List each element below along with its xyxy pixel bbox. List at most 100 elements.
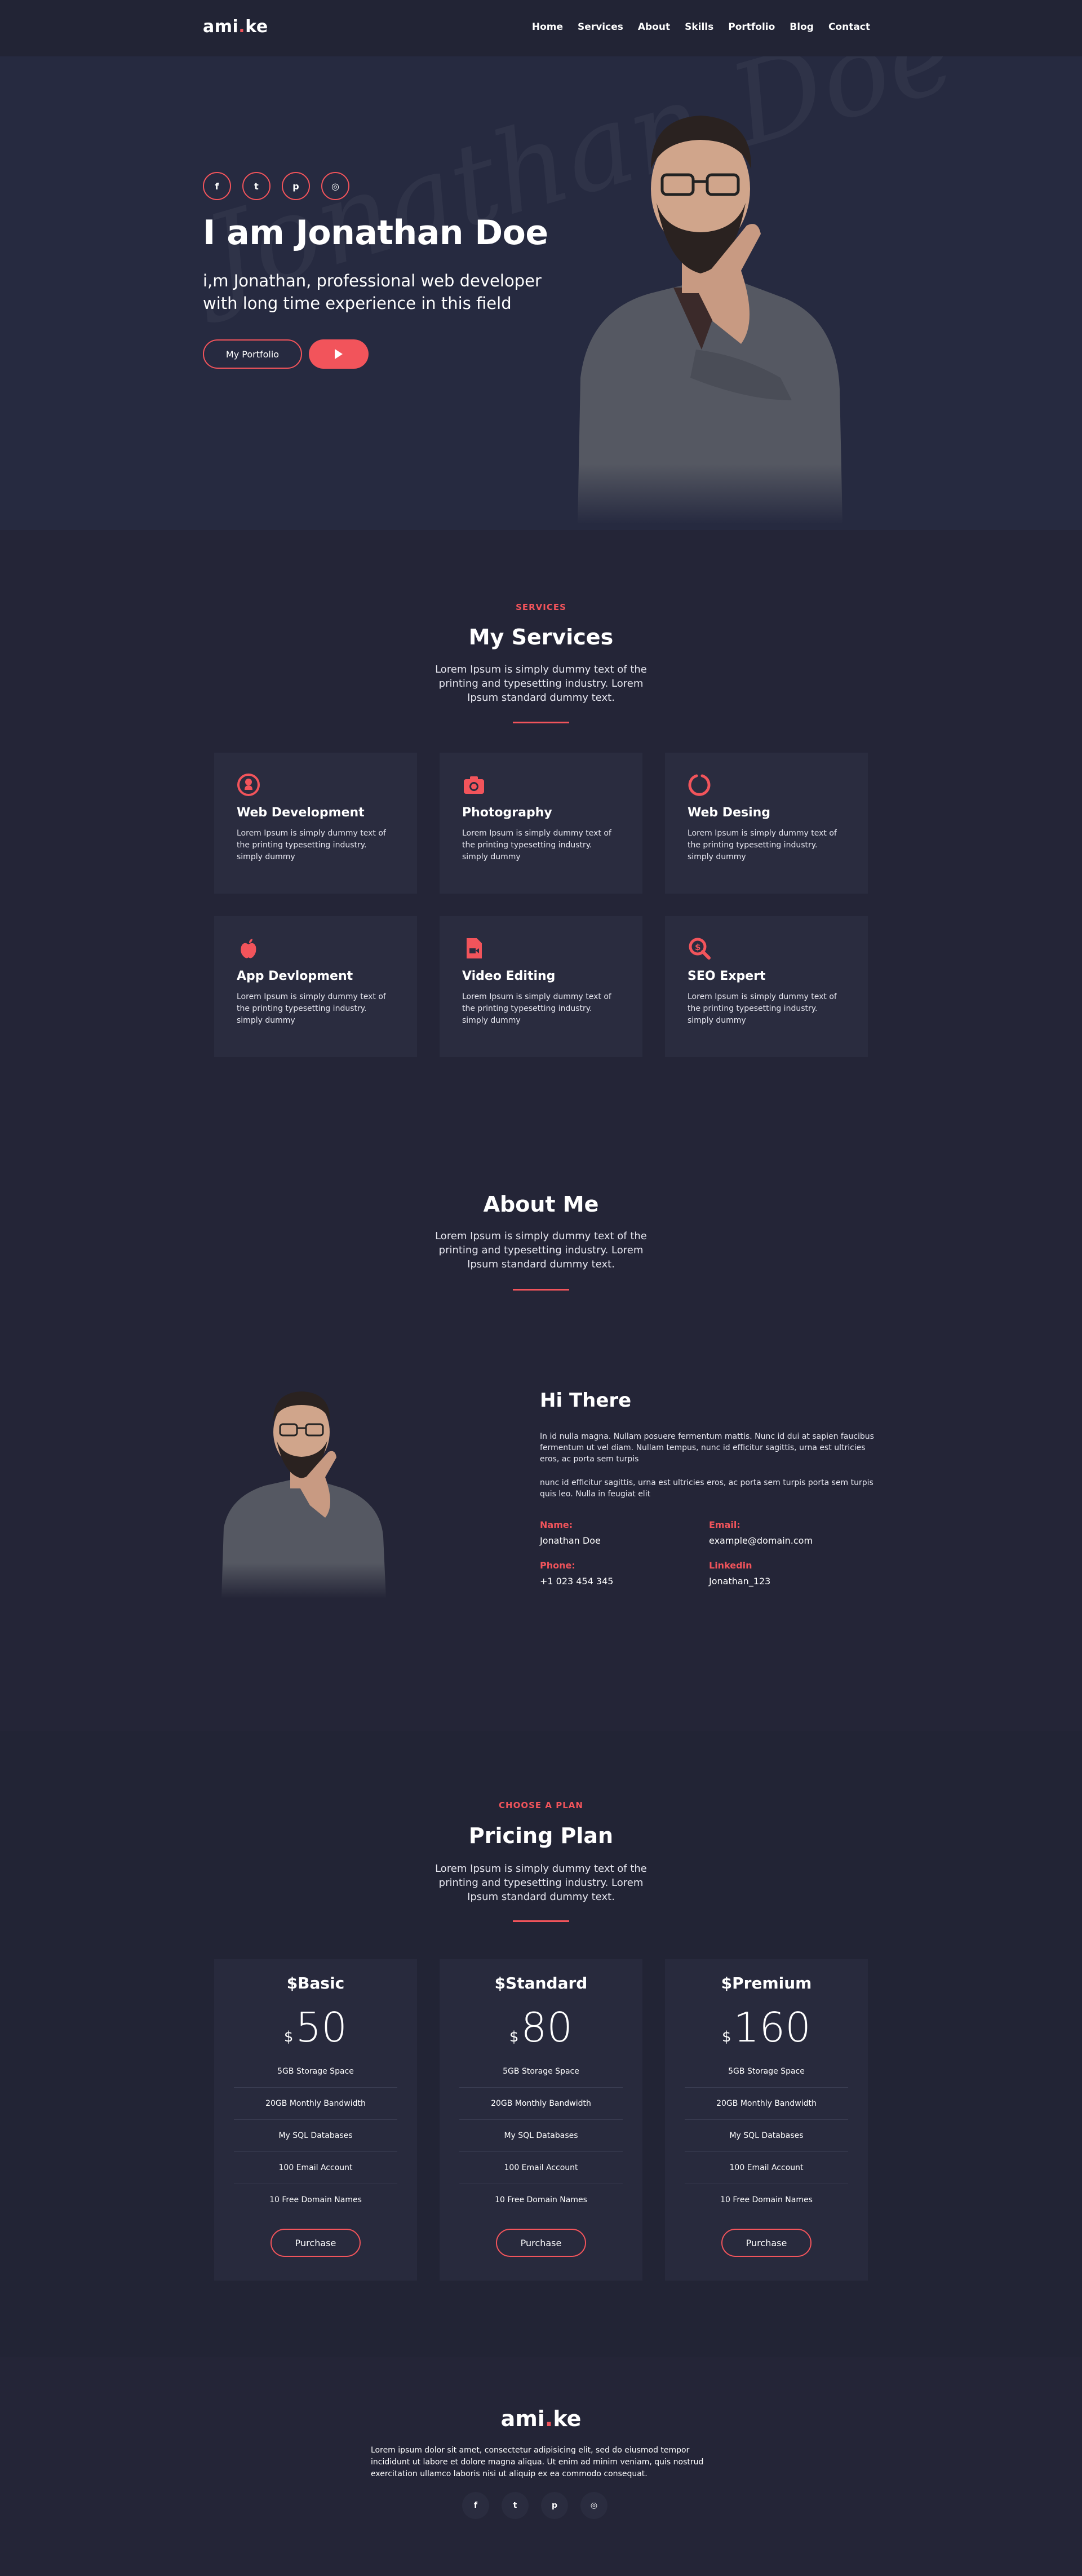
pricing-divider — [513, 1920, 569, 1922]
purchase-button[interactable]: Purchase — [496, 2229, 586, 2257]
service-text: Lorem Ipsum is simply dummy text of the … — [237, 992, 386, 1025]
services-kicker: SERVICES — [516, 602, 566, 612]
currency-symbol: $ — [509, 2029, 519, 2045]
service-card-seo-expert[interactable]: $ SEO Expert Lorem Ipsum is simply dummy… — [665, 916, 868, 1057]
play-icon — [335, 349, 343, 359]
nav-skills[interactable]: Skills — [685, 21, 713, 33]
about-title: About Me — [483, 1192, 599, 1217]
service-title: Photography — [462, 806, 552, 820]
service-text: Lorem Ipsum is simply dummy text of the … — [237, 829, 386, 861]
service-title: Web Development — [237, 806, 365, 820]
email-value[interactable]: example@domain.com — [709, 1535, 813, 1546]
pinterest-icon[interactable]: p — [541, 2492, 568, 2519]
plan-feature: 10 Free Domain Names — [720, 2195, 813, 2204]
about-description: Lorem Ipsum is simply dummy text of the … — [435, 1230, 647, 1270]
plan-feature: My SQL Databases — [234, 2120, 397, 2152]
github-icon — [237, 773, 260, 797]
logo-dot: . — [238, 17, 246, 37]
pricing-description: Lorem Ipsum is simply dummy text of the … — [435, 1863, 647, 1903]
instagram-icon[interactable]: ◎ — [580, 2492, 607, 2519]
footer-logo-left: ami — [500, 2406, 545, 2431]
plan-feature: 5GB Storage Space — [685, 2056, 848, 2088]
service-card-app-development[interactable]: App Devlopment Lorem Ipsum is simply dum… — [214, 916, 417, 1057]
email-label: Email: — [709, 1519, 740, 1530]
nav-home[interactable]: Home — [532, 21, 563, 33]
plan-name: $Premium — [721, 1974, 812, 1992]
hero-subtitle: i,m Jonathan, professional web developer… — [203, 271, 542, 313]
price-amount: 160 — [733, 2004, 811, 2051]
linkedin-label: Linkedin — [709, 1560, 752, 1571]
purchase-button[interactable]: Purchase — [721, 2229, 812, 2257]
pricing-title: Pricing Plan — [468, 1823, 614, 1848]
apple-icon — [237, 936, 260, 960]
play-video-button[interactable] — [309, 339, 369, 369]
facebook-icon[interactable]: f — [462, 2492, 489, 2519]
nav-about[interactable]: About — [638, 21, 670, 33]
service-title: Web Desing — [688, 806, 771, 820]
logo-text-left: ami — [203, 17, 239, 37]
service-text: Lorem Ipsum is simply dummy text of the … — [462, 829, 611, 861]
top-navbar: ami.ke Home Services About Skills Portfo… — [0, 0, 1082, 56]
hero-title: I am Jonathan Doe — [203, 213, 548, 253]
plan-feature: My SQL Databases — [459, 2120, 623, 2152]
service-title: App Devlopment — [237, 969, 353, 983]
purchase-button[interactable]: Purchase — [270, 2229, 361, 2257]
main-menu: Home Services About Skills Portfolio Blo… — [532, 21, 870, 33]
instagram-icon[interactable]: ◎ — [321, 172, 349, 200]
plan-feature: 5GB Storage Space — [234, 2056, 397, 2088]
site-logo[interactable]: ami.ke — [203, 17, 268, 37]
plan-feature: My SQL Databases — [685, 2120, 848, 2152]
name-label: Name: — [540, 1519, 573, 1530]
footer-text: Lorem ipsum dolor sit amet, consectetur … — [371, 2446, 704, 2478]
phone-label: Phone: — [540, 1560, 575, 1571]
footer-logo-right: ke — [553, 2406, 582, 2431]
services-divider — [513, 722, 569, 723]
pinterest-icon[interactable]: p — [282, 172, 310, 200]
service-text: Lorem Ipsum is simply dummy text of the … — [688, 992, 837, 1025]
search-dollar-icon: $ — [688, 936, 711, 960]
plan-name: $Basic — [286, 1974, 345, 1992]
services-title: My Services — [468, 625, 614, 649]
service-card-web-design[interactable]: Web Desing Lorem Ipsum is simply dummy t… — [665, 753, 868, 894]
plan-feature: 20GB Monthly Bandwidth — [685, 2088, 848, 2120]
svg-text:$: $ — [695, 942, 700, 952]
logo-text-right: ke — [245, 17, 268, 37]
nav-contact[interactable]: Contact — [828, 21, 870, 33]
camera-icon — [462, 773, 486, 797]
price-amount: 50 — [295, 2004, 348, 2051]
pricing-card-basic: $Basic $ 50 5GB Storage Space 20GB Month… — [214, 1959, 417, 2281]
currency-symbol: $ — [283, 2029, 294, 2045]
video-file-icon — [462, 936, 486, 960]
pricing-kicker: CHOOSE A PLAN — [499, 1800, 583, 1810]
about-paragraph-1: In id nulla magna. Nullam posuere fermen… — [540, 1432, 874, 1464]
twitter-icon[interactable]: t — [242, 172, 270, 200]
service-card-web-development[interactable]: Web Development Lorem Ipsum is simply du… — [214, 753, 417, 894]
phone-value: +1 023 454 345 — [540, 1576, 614, 1587]
my-portfolio-button[interactable]: My Portfolio — [203, 339, 302, 369]
name-value: Jonathan Doe — [540, 1535, 601, 1546]
plan-feature: 10 Free Domain Names — [495, 2195, 587, 2204]
hero-social-links: f t p ◎ — [203, 172, 349, 200]
plan-feature: 100 Email Account — [685, 2152, 848, 2184]
nav-blog[interactable]: Blog — [790, 21, 814, 33]
pricing-card-premium: $Premium $ 160 5GB Storage Space 20GB Mo… — [665, 1959, 868, 2281]
service-text: Lorem Ipsum is simply dummy text of the … — [462, 992, 611, 1025]
nav-portfolio[interactable]: Portfolio — [728, 21, 775, 33]
plan-price: $ 160 — [665, 2005, 868, 2050]
service-card-photography[interactable]: Photography Lorem Ipsum is simply dummy … — [440, 753, 642, 894]
plan-name: $Standard — [494, 1974, 588, 1992]
service-card-video-editing[interactable]: Video Editing Lorem Ipsum is simply dumm… — [440, 916, 642, 1057]
footer-social-links: f t p ◎ — [462, 2492, 607, 2519]
nav-services[interactable]: Services — [578, 21, 623, 33]
plan-feature: 20GB Monthly Bandwidth — [234, 2088, 397, 2120]
price-amount: 80 — [521, 2004, 573, 2051]
services-description: Lorem Ipsum is simply dummy text of the … — [435, 664, 647, 704]
footer-logo[interactable]: ami.ke — [0, 2406, 1082, 2431]
plan-price: $ 50 — [214, 2005, 417, 2050]
twitter-icon[interactable]: t — [502, 2492, 529, 2519]
circle-notch-icon — [688, 773, 711, 797]
plan-feature: 20GB Monthly Bandwidth — [459, 2088, 623, 2120]
about-heading: Hi There — [540, 1389, 632, 1412]
facebook-icon[interactable]: f — [203, 172, 231, 200]
linkedin-value[interactable]: Jonathan_123 — [709, 1576, 770, 1587]
